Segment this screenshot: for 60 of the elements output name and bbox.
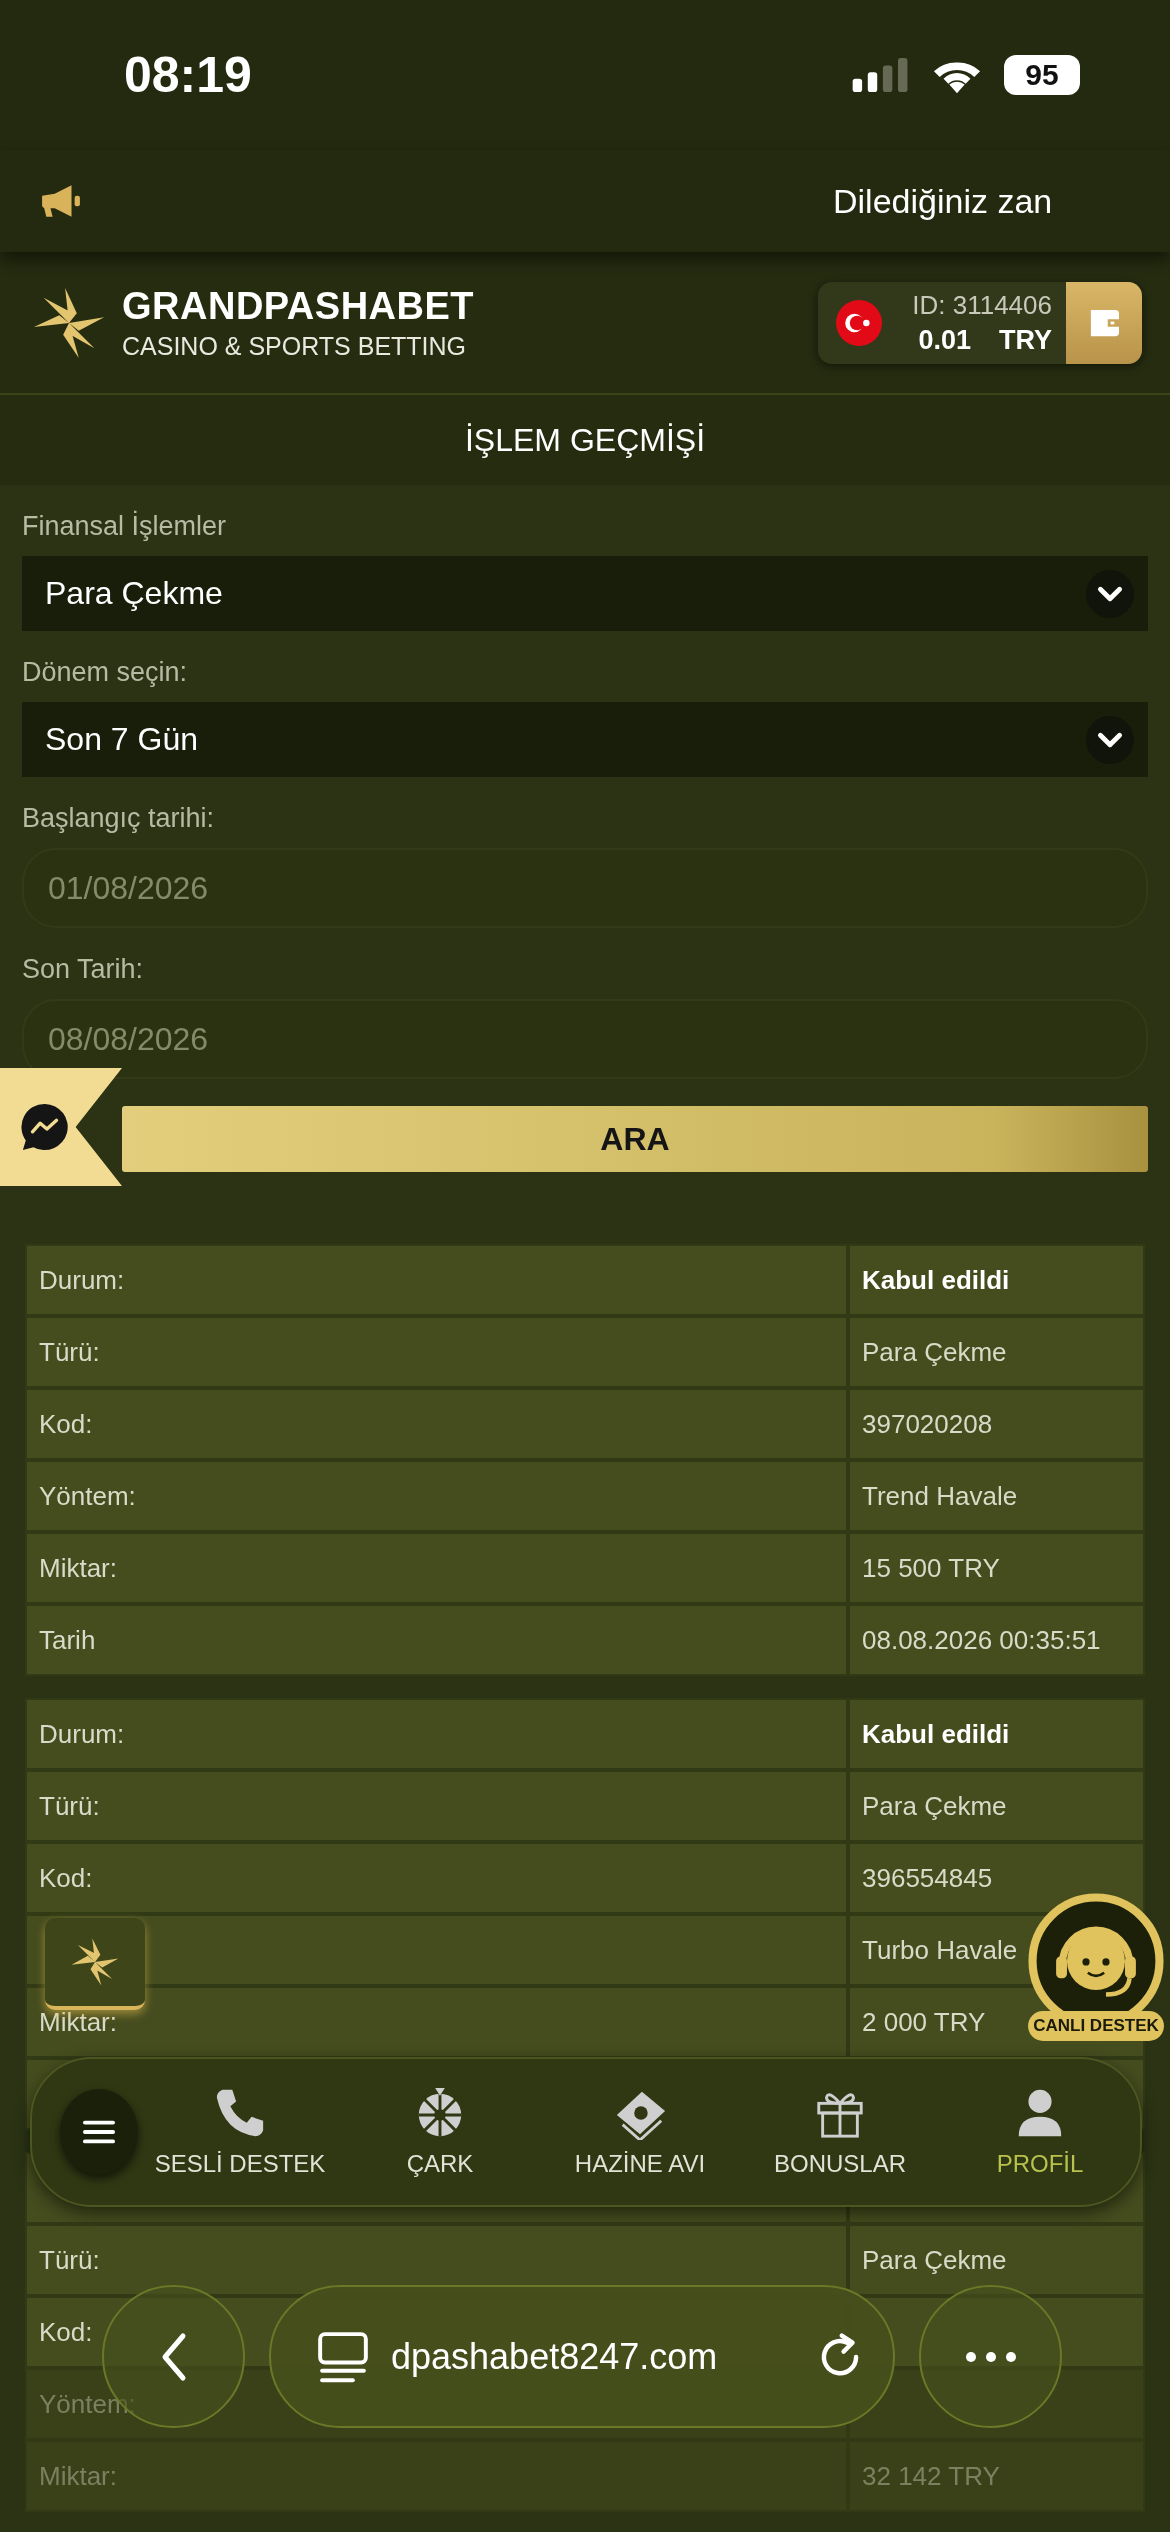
table-cell: Kabul edildi (850, 1700, 1143, 1768)
nav-tab[interactable]: BONUSLAR (740, 2086, 940, 2178)
field-label: Son Tarih: (22, 953, 145, 985)
table-cell: Türü: (27, 2226, 846, 2294)
field-label: Finansal İşlemler (22, 510, 228, 542)
dropdown-field[interactable]: Son 7 Gün (22, 702, 1148, 777)
announcement-text: Dilediğiniz zan (833, 181, 1053, 221)
table-cell: Para Çekme (850, 1318, 1143, 1386)
balance-panel[interactable]: ID: 3114406 0.01 TRY (818, 281, 1142, 364)
table-cell: Türü: (27, 1318, 846, 1386)
brand-tagline: CASINO & SPORTS BETTING (122, 331, 468, 361)
table-cell: Tarih (27, 1606, 846, 1674)
table-cell: Para Çekme (850, 1772, 1143, 1840)
balance-currency: TRY (999, 324, 1052, 355)
field-label: Başlangıç tarihi: (22, 802, 216, 834)
chevron-down-icon (1086, 569, 1134, 618)
table-cell: 08.08.2026 00:35:51 (850, 1606, 1143, 1674)
table-cell: Miktar: (27, 1534, 846, 1602)
table-cell: Durum: (27, 1700, 846, 1768)
search-button[interactable]: ARA (122, 1106, 1148, 1172)
table-cell: Kod: (27, 1844, 846, 1912)
address-bar[interactable]: dpashabet8247.com (269, 2285, 895, 2428)
more-dots-icon (964, 2350, 1017, 2363)
nav-tab[interactable]: HAZİNE AVI (540, 2086, 740, 2178)
table-cell: Kod: (27, 1390, 846, 1458)
tabs-icon (317, 2330, 369, 2383)
signal-icon (852, 58, 910, 92)
balance-amount: 0.01 (918, 324, 971, 355)
date-field[interactable]: 08/08/2026 (22, 999, 1148, 1079)
nav-tab[interactable]: PROFİL (940, 2086, 1140, 2178)
table-cell: Kabul edildi (850, 1246, 1143, 1314)
field-label: Dönem seçin: (22, 656, 189, 688)
wallet-button[interactable] (1066, 281, 1142, 364)
chevron-down-icon (1086, 715, 1134, 764)
dropdown-field[interactable]: Para Çekme (22, 556, 1148, 631)
table-cell: Türü: (27, 1772, 846, 1840)
table-cell: 15 500 TRY (850, 1534, 1143, 1602)
messenger-tab[interactable] (0, 1068, 122, 1186)
nav-tab[interactable]: SESLİ DESTEK (140, 2086, 340, 2178)
megaphone-icon (40, 183, 82, 219)
menu-button[interactable] (60, 2089, 138, 2175)
table-cell: Durum: (27, 1246, 846, 1314)
table-cell: 32 142 TRY (850, 2442, 1143, 2510)
page-title: İŞLEM GEÇMİŞİ (464, 421, 705, 459)
battery-indicator: 95 (1004, 55, 1080, 95)
brand-name: GRANDPASHABET (122, 284, 475, 328)
table-cell: Miktar: (27, 1988, 846, 2056)
date-field[interactable]: 01/08/2026 (22, 848, 1148, 928)
table-cell: Miktar: (27, 2442, 846, 2510)
table-cell: Para Çekme (850, 2226, 1143, 2294)
table-cell: Trend Havale (850, 1462, 1143, 1530)
table-cell: Yöntem: (27, 1462, 846, 1530)
star-button[interactable] (45, 1918, 145, 2010)
chat-bubble-icon (20, 1102, 70, 1152)
table-cell: 397020208 (850, 1390, 1143, 1458)
clock-time: 08:19 (124, 46, 252, 104)
flag-icon (836, 299, 883, 346)
account-id: ID: 3114406 (912, 289, 1052, 321)
menu-icon (83, 2119, 115, 2145)
nav-tab[interactable]: ÇARK (340, 2086, 540, 2178)
